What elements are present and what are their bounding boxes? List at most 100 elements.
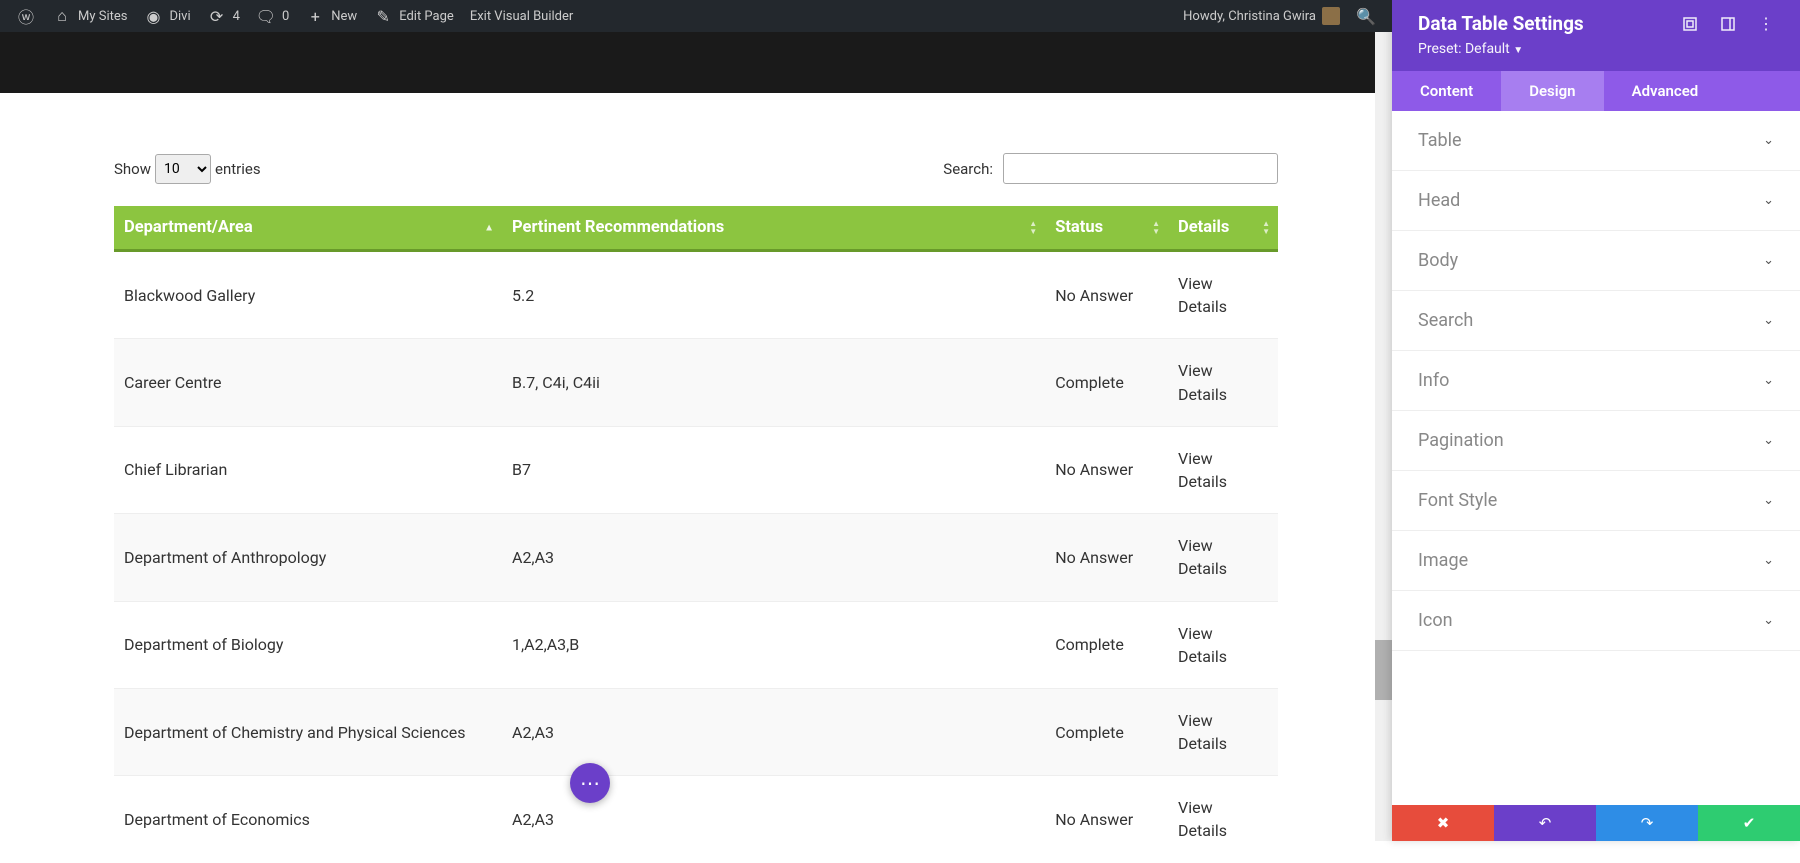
view-details-link[interactable]: ViewDetails <box>1178 274 1227 316</box>
cell-status: No Answer <box>1045 776 1168 863</box>
accordion-label: Search <box>1418 310 1473 331</box>
col-status[interactable]: Status▲▼ <box>1045 206 1168 251</box>
search-wrap: Search: <box>943 153 1278 184</box>
settings-panel: Data Table Settings ⋮ Preset: Default ▼ … <box>1392 0 1800 841</box>
my-sites-label: My Sites <box>78 9 127 24</box>
accordion-font-style[interactable]: Font Style⌄ <box>1392 471 1800 531</box>
accordion-search[interactable]: Search ⌄ <box>1392 291 1800 351</box>
accordion-image[interactable]: Image⌄ <box>1392 531 1800 591</box>
kebab-icon[interactable]: ⋮ <box>1758 16 1774 32</box>
updates-link[interactable]: ⟳4 <box>199 0 248 32</box>
my-sites-link[interactable]: ⌂ My Sites <box>44 0 135 32</box>
panel-preset[interactable]: Preset: Default ▼ <box>1418 41 1774 57</box>
howdy-link[interactable]: Howdy, Christina Gwira <box>1175 0 1348 32</box>
fab-more[interactable]: ⋯ <box>570 763 610 803</box>
save-button[interactable]: ✔ <box>1698 805 1800 841</box>
chevron-down-icon: ⌄ <box>1763 313 1774 328</box>
accordion-table[interactable]: Table⌄ <box>1392 111 1800 171</box>
cancel-button[interactable]: ✖ <box>1392 805 1494 841</box>
undo-icon: ↶ <box>1539 814 1552 832</box>
new-label: New <box>331 9 357 24</box>
cell-details: ViewDetails <box>1168 251 1278 339</box>
tab-design[interactable]: Design <box>1501 71 1603 111</box>
scrollbar-track[interactable]: ▲ <box>1375 0 1392 841</box>
accordion-body[interactable]: Body⌄ <box>1392 231 1800 291</box>
site-label: Divi <box>169 9 190 24</box>
cell-dept: Department of Chemistry and Physical Sci… <box>114 688 502 775</box>
entries-select[interactable]: 10 <box>155 154 211 184</box>
chevron-down-icon: ⌄ <box>1763 253 1774 268</box>
sort-asc-icon: ▲ <box>484 222 494 233</box>
cell-status: No Answer <box>1045 251 1168 339</box>
accordion-pagination[interactable]: Pagination ⌄ <box>1392 411 1800 471</box>
col-details[interactable]: Details▲▼ <box>1168 206 1278 251</box>
cell-details: ViewDetails <box>1168 688 1278 775</box>
comments-count: 0 <box>282 9 289 24</box>
scrollbar-thumb[interactable] <box>1375 640 1392 700</box>
new-link[interactable]: +New <box>297 0 365 32</box>
col-rec[interactable]: Pertinent Recommendations▲▼ <box>502 206 1045 251</box>
view-details-link[interactable]: ViewDetails <box>1178 624 1227 666</box>
panel-header: Data Table Settings ⋮ Preset: Default ▼ <box>1392 0 1800 71</box>
expand-icon[interactable] <box>1682 16 1698 32</box>
view-details-link[interactable]: ViewDetails <box>1178 536 1227 578</box>
view-details-link[interactable]: ViewDetails <box>1178 449 1227 491</box>
accordion-label: Table <box>1418 130 1462 151</box>
cell-dept: Chief Librarian <box>114 426 502 513</box>
home-icon: ⌂ <box>52 6 72 26</box>
cell-dept: Blackwood Gallery <box>114 251 502 339</box>
panel-tabs: Content Design Advanced <box>1392 71 1800 111</box>
page-content: Show 10 entries Search: Department/Area▲… <box>0 93 1392 841</box>
cell-status: Complete <box>1045 601 1168 688</box>
chevron-down-icon: ⌄ <box>1763 553 1774 568</box>
chevron-down-icon: ⌄ <box>1763 493 1774 508</box>
accordion-head[interactable]: Head⌄ <box>1392 171 1800 231</box>
view-details-link[interactable]: ViewDetails <box>1178 798 1227 840</box>
exit-vb-link[interactable]: Exit Visual Builder <box>462 0 581 32</box>
cell-rec: B7 <box>502 426 1045 513</box>
search-label: Search: <box>943 160 993 178</box>
cell-dept: Department of Anthropology <box>114 514 502 601</box>
table-controls: Show 10 entries Search: <box>114 153 1278 184</box>
cell-status: No Answer <box>1045 514 1168 601</box>
site-link[interactable]: ◉Divi <box>135 0 198 32</box>
tab-advanced[interactable]: Advanced <box>1604 71 1727 111</box>
accordion-label: Pagination <box>1418 430 1504 451</box>
cell-status: Complete <box>1045 339 1168 426</box>
undo-button[interactable]: ↶ <box>1494 805 1596 841</box>
search-icon: 🔍 <box>1356 6 1376 26</box>
edit-page-link[interactable]: ✎Edit Page <box>365 0 462 32</box>
cell-rec: 1,A2,A3,B <box>502 601 1045 688</box>
dock-icon[interactable] <box>1720 16 1736 32</box>
accordion-info[interactable]: Info⌄ <box>1392 351 1800 411</box>
sort-icon: ▲▼ <box>1262 220 1270 236</box>
cell-rec: 5.2 <box>502 251 1045 339</box>
accordion-icon[interactable]: Icon⌄ <box>1392 591 1800 651</box>
search-input[interactable] <box>1003 153 1278 184</box>
comments-link[interactable]: 🗨0 <box>248 0 297 32</box>
tab-content[interactable]: Content <box>1392 71 1501 111</box>
col-rec-label: Pertinent Recommendations <box>512 218 724 237</box>
cell-details: ViewDetails <box>1168 426 1278 513</box>
view-details-link[interactable]: ViewDetails <box>1178 361 1227 403</box>
cell-details: ViewDetails <box>1168 514 1278 601</box>
panel-body: Table⌄Head⌄Body⌄Search⌄Info⌄Pagination⌄F… <box>1392 111 1800 805</box>
sort-icon: ▲▼ <box>1152 220 1160 236</box>
search-toggle[interactable]: 🔍 <box>1348 0 1384 32</box>
redo-button[interactable]: ↷ <box>1596 805 1698 841</box>
comment-icon: 🗨 <box>256 6 276 26</box>
wp-admin-bar: ⓦ ⌂My Sites ◉Divi ⟳4 🗨0 +New ✎Edit Page … <box>0 0 1392 32</box>
col-dept[interactable]: Department/Area▲ <box>114 206 502 251</box>
cell-details: ViewDetails <box>1168 339 1278 426</box>
table-row: Career Centre B.7, C4i, C4ii Complete Vi… <box>114 339 1278 426</box>
cell-status: No Answer <box>1045 426 1168 513</box>
pencil-icon: ✎ <box>373 6 393 26</box>
wp-logo[interactable]: ⓦ <box>8 0 44 32</box>
howdy-label: Howdy, Christina Gwira <box>1183 9 1316 24</box>
chevron-down-icon: ⌄ <box>1763 433 1774 448</box>
table-row: Department of Chemistry and Physical Sci… <box>114 688 1278 775</box>
show-entries: Show 10 entries <box>114 154 261 184</box>
accordion-label: Head <box>1418 190 1460 211</box>
cell-dept: Department of Economics <box>114 776 502 863</box>
view-details-link[interactable]: ViewDetails <box>1178 711 1227 753</box>
